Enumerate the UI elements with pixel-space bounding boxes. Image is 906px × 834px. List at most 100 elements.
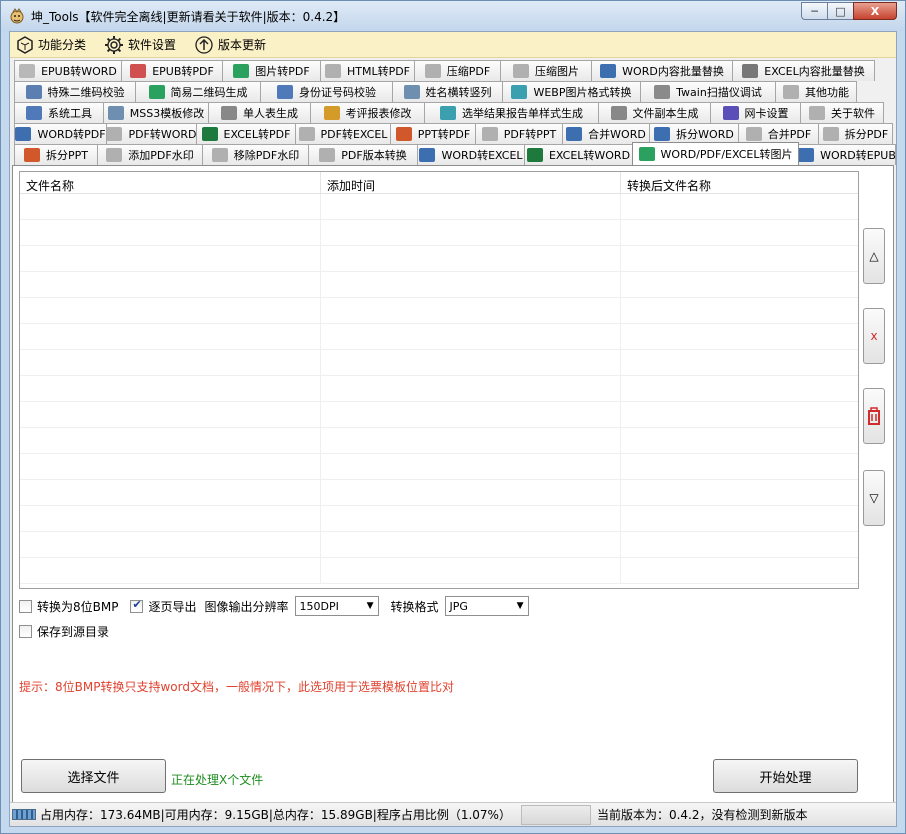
tab-1-1[interactable]: 简易二维码生成 [135, 81, 261, 102]
tab-4-4[interactable]: WORD转EXCEL [417, 144, 525, 165]
table-row[interactable] [20, 194, 858, 220]
tab-label: MSS3模板修改 [129, 107, 205, 120]
tab-icon [324, 64, 341, 78]
tab-4-6[interactable]: WORD/PDF/EXCEL转图片 [632, 142, 799, 165]
tab-4-2[interactable]: 移除PDF水印 [202, 144, 309, 165]
start-processing-button[interactable]: 开始处理 [713, 759, 858, 793]
table-row[interactable] [20, 324, 858, 350]
tab-2-1[interactable]: MSS3模板修改 [103, 102, 209, 123]
tab-3-1[interactable]: PDF转WORD [106, 123, 197, 144]
table-row[interactable] [20, 402, 858, 428]
table-cell [321, 532, 621, 557]
table-cell [321, 246, 621, 271]
table-row[interactable] [20, 428, 858, 454]
tab-0-6[interactable]: WORD内容批量替换 [591, 60, 733, 81]
menu-settings[interactable]: 软件设置 [104, 35, 176, 55]
tab-0-4[interactable]: 压缩PDF [414, 60, 501, 81]
clear-button[interactable] [863, 388, 885, 444]
tab-0-0[interactable]: EPUB转WORD [14, 60, 122, 81]
tab-icon [106, 148, 123, 162]
tab-1-0[interactable]: 特殊二维码校验 [14, 81, 136, 102]
tab-1-5[interactable]: Twain扫描仪调试 [640, 81, 776, 102]
tab-2-4[interactable]: 选举结果报告单样式生成 [424, 102, 599, 123]
maximize-button[interactable]: □ [827, 2, 853, 20]
menu-bar: 功能分类 软件设置 版本更新 [10, 32, 896, 58]
table-row[interactable] [20, 272, 858, 298]
tab-3-0[interactable]: WORD转PDF [14, 123, 107, 144]
format-select[interactable]: JPG ▼ [444, 596, 529, 616]
tab-3-3[interactable]: PDF转EXCEL [295, 123, 391, 144]
tab-icon [298, 127, 315, 141]
table-cell [20, 324, 321, 349]
category-icon [17, 35, 33, 54]
tab-2-2[interactable]: 单人表生成 [208, 102, 311, 123]
tab-0-5[interactable]: 压缩图片 [500, 60, 592, 81]
tab-2-0[interactable]: 系统工具 [14, 102, 104, 123]
tab-1-2[interactable]: 身份证号码校验 [260, 81, 393, 102]
select-file-button[interactable]: 选择文件 [21, 759, 166, 793]
table-cell [621, 324, 858, 349]
tab-4-7[interactable]: WORD转EPUB [798, 144, 896, 165]
table-cell [621, 506, 858, 531]
delete-button[interactable]: x [863, 308, 885, 364]
tab-4-0[interactable]: 拆分PPT [14, 144, 98, 165]
page-export-checkbox[interactable] [130, 598, 144, 613]
table-row[interactable] [20, 506, 858, 532]
tab-label: 特殊二维码校验 [47, 86, 125, 99]
tab-3-8[interactable]: 合并PDF [738, 123, 819, 144]
minimize-button[interactable]: ─ [801, 2, 827, 20]
tab-4-5[interactable]: EXCEL转WORD [524, 144, 633, 165]
tab-3-5[interactable]: PDF转PPT [475, 123, 563, 144]
tab-0-7[interactable]: EXCEL内容批量替换 [732, 60, 875, 81]
table-row[interactable] [20, 298, 858, 324]
tab-3-4[interactable]: PPT转PDF [390, 123, 476, 144]
tab-label: 合并WORD [588, 128, 646, 141]
column-header-output-filename[interactable]: 转换后文件名称 [621, 172, 858, 193]
tab-3-7[interactable]: 拆分WORD [649, 123, 739, 144]
table-row[interactable] [20, 220, 858, 246]
page-export-label: 逐页导出 [148, 599, 197, 614]
table-row[interactable] [20, 480, 858, 506]
tab-2-5[interactable]: 文件副本生成 [598, 102, 711, 123]
tab-row: EPUB转WORD EPUB转PDF 图片转PDF HTML转PDF 压缩PDF 压缩图片… [14, 60, 875, 81]
menu-function-category[interactable]: 功能分类 [16, 35, 86, 54]
tab-2-7[interactable]: 关于软件 [800, 102, 884, 123]
tab-strip: EPUB转WORD EPUB转PDF 图片转PDF HTML转PDF 压缩PDF 压缩图片… [10, 59, 896, 165]
title-bar[interactable]: 坤_Tools【软件完全离线|更新请看关于软件|版本：0.4.2】 ─ □ X [1, 1, 905, 31]
column-header-added-time[interactable]: 添加时间 [321, 172, 621, 193]
tab-3-2[interactable]: EXCEL转PDF [196, 123, 296, 144]
table-row[interactable] [20, 532, 858, 558]
table-row[interactable] [20, 454, 858, 480]
file-table[interactable]: 文件名称 添加时间 转换后文件名称 [19, 171, 859, 589]
tab-icon [395, 127, 412, 141]
tab-icon [403, 85, 420, 99]
menu-version-update[interactable]: 版本更新 [194, 35, 266, 55]
tab-0-1[interactable]: EPUB转PDF [121, 60, 223, 81]
dpi-select[interactable]: 150DPI ▼ [294, 596, 379, 616]
tab-label: 网卡设置 [744, 107, 789, 120]
move-down-button[interactable]: ▽ [863, 470, 885, 526]
tab-4-1[interactable]: 添加PDF水印 [97, 144, 203, 165]
table-row[interactable] [20, 350, 858, 376]
move-up-button[interactable]: △ [863, 228, 885, 284]
table-row[interactable] [20, 376, 858, 402]
tab-3-6[interactable]: 合并WORD [562, 123, 650, 144]
tab-1-6[interactable]: 其他功能 [775, 81, 857, 102]
tab-3-9[interactable]: 拆分PDF [818, 123, 893, 144]
tab-row: 拆分PPT 添加PDF水印 移除PDF水印 PDF版本转换 WORD转EXCEL EXCE… [14, 142, 896, 165]
tab-2-3[interactable]: 考评报表修改 [310, 102, 425, 123]
tab-1-4[interactable]: WEBP图片格式转换 [502, 81, 641, 102]
save-to-source-checkbox[interactable] [19, 625, 32, 638]
tab-0-2[interactable]: 图片转PDF [222, 60, 321, 81]
table-row[interactable] [20, 246, 858, 272]
tab-2-6[interactable]: 网卡设置 [710, 102, 801, 123]
tab-4-3[interactable]: PDF版本转换 [308, 144, 418, 165]
tab-1-3[interactable]: 姓名横转竖列 [392, 81, 503, 102]
tab-0-3[interactable]: HTML转PDF [320, 60, 415, 81]
column-header-filename[interactable]: 文件名称 [20, 172, 321, 193]
table-cell [621, 532, 858, 557]
bmp-checkbox[interactable] [19, 599, 32, 613]
close-button[interactable]: X [853, 2, 897, 20]
table-row[interactable] [20, 558, 858, 584]
table-cell [321, 220, 621, 245]
